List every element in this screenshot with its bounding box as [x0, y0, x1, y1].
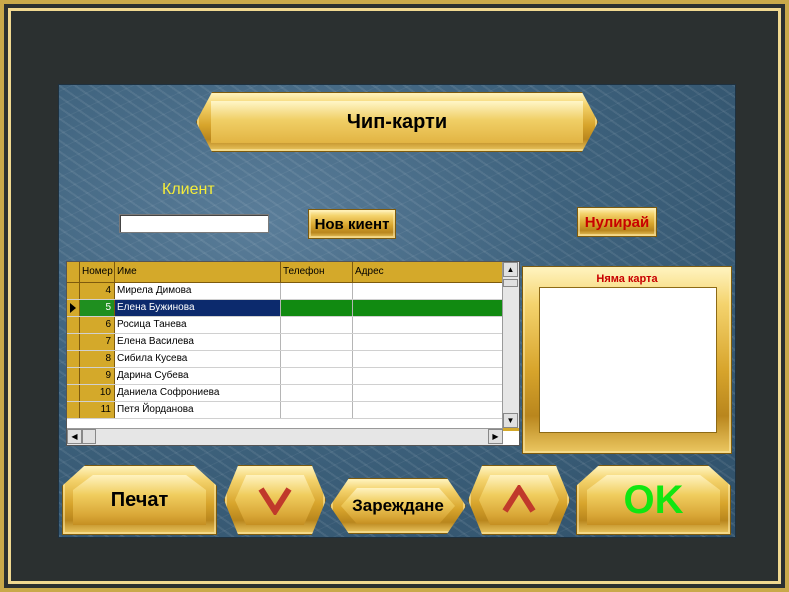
column-header-name[interactable]: Име: [115, 262, 281, 282]
grid-header-indicator: [67, 262, 80, 282]
print-button-label: Печат: [110, 488, 169, 511]
cell-phone[interactable]: [281, 368, 353, 384]
chevron-up-icon: [469, 466, 569, 534]
cell-number[interactable]: 8: [80, 351, 115, 367]
cell-address[interactable]: [353, 402, 505, 418]
row-indicator[interactable]: [67, 368, 80, 384]
scroll-down-arrow-icon[interactable]: ▼: [503, 413, 518, 428]
table-row[interactable]: 7 Елена Василева: [67, 334, 505, 351]
chevron-down-icon: [225, 466, 325, 534]
cell-name[interactable]: Елена Василева: [115, 334, 281, 350]
load-button[interactable]: Зареждане: [330, 478, 466, 534]
cell-phone[interactable]: [281, 402, 353, 418]
table-row[interactable]: 8 Сибила Кусева: [67, 351, 505, 368]
reset-button[interactable]: Нулирай: [577, 207, 657, 237]
cell-address[interactable]: [353, 317, 505, 333]
title-plate: Чип-карти: [196, 92, 598, 152]
cell-name[interactable]: Дарина Субева: [115, 368, 281, 384]
cell-number[interactable]: 10: [80, 385, 115, 401]
scroll-thumb[interactable]: [503, 279, 518, 287]
cell-number[interactable]: 9: [80, 368, 115, 384]
table-row[interactable]: 6 Росица Танева: [67, 317, 505, 334]
card-display: [539, 287, 717, 433]
row-indicator[interactable]: [67, 385, 80, 401]
up-button[interactable]: [468, 465, 570, 535]
hscroll-thumb[interactable]: [82, 429, 96, 444]
scroll-right-arrow-icon[interactable]: ▶: [488, 429, 503, 444]
cell-number[interactable]: 5: [80, 300, 115, 316]
cell-phone[interactable]: [281, 385, 353, 401]
cell-phone[interactable]: [281, 334, 353, 350]
row-indicator[interactable]: [67, 300, 80, 316]
grid-header: Номер Име Телефон Адрес: [67, 262, 503, 283]
row-indicator[interactable]: [67, 351, 80, 367]
table-row[interactable]: 11 Петя Йорданова: [67, 402, 505, 419]
row-indicator[interactable]: [67, 402, 80, 418]
table-row[interactable]: 5 Елена Бужинова: [67, 300, 505, 317]
cell-address[interactable]: [353, 385, 505, 401]
load-button-label: Зареждане: [352, 496, 444, 515]
client-label: Клиент: [162, 181, 215, 198]
cell-phone[interactable]: [281, 283, 353, 299]
cell-number[interactable]: 11: [80, 402, 115, 418]
column-header-phone[interactable]: Телефон: [281, 262, 353, 282]
card-panel: Няма карта: [522, 266, 732, 454]
cell-number[interactable]: 6: [80, 317, 115, 333]
clients-grid[interactable]: Номер Име Телефон Адрес 4 Мирела Димова 5 Е…: [66, 261, 520, 446]
scroll-up-arrow-icon[interactable]: ▲: [503, 262, 518, 277]
cell-name[interactable]: Петя Йорданова: [115, 402, 281, 418]
cell-address[interactable]: [353, 283, 505, 299]
cell-address[interactable]: [353, 351, 505, 367]
cell-name[interactable]: Даниела Софрониева: [115, 385, 281, 401]
card-status: Няма карта: [596, 273, 658, 285]
cell-name[interactable]: Росица Танева: [115, 317, 281, 333]
row-indicator[interactable]: [67, 317, 80, 333]
triangle-right-icon: [70, 303, 76, 313]
cell-name[interactable]: Сибила Кусева: [115, 351, 281, 367]
ok-button[interactable]: OK: [576, 465, 731, 535]
cell-address[interactable]: [353, 368, 505, 384]
row-indicator[interactable]: [67, 334, 80, 350]
down-button[interactable]: [224, 465, 326, 535]
page-title: Чип-карти: [346, 110, 448, 133]
client-input[interactable]: [119, 214, 269, 233]
ok-button-label: OK: [623, 477, 684, 522]
cell-name[interactable]: Мирела Димова: [115, 283, 281, 299]
table-row[interactable]: 10 Даниела Софрониева: [67, 385, 505, 402]
column-header-number[interactable]: Номер: [80, 262, 115, 282]
table-row[interactable]: 4 Мирела Димова: [67, 283, 505, 300]
cell-address[interactable]: [353, 334, 505, 350]
table-row[interactable]: 9 Дарина Субева: [67, 368, 505, 385]
scroll-left-arrow-icon[interactable]: ◀: [67, 429, 82, 444]
cell-number[interactable]: 7: [80, 334, 115, 350]
row-indicator[interactable]: [67, 283, 80, 299]
cell-number[interactable]: 4: [80, 283, 115, 299]
print-button[interactable]: Печат: [62, 465, 217, 535]
column-header-address[interactable]: Адрес: [353, 262, 505, 282]
cell-phone[interactable]: [281, 351, 353, 367]
cell-phone[interactable]: [281, 317, 353, 333]
vertical-scrollbar[interactable]: ▲ ▼: [502, 262, 519, 428]
horizontal-scrollbar[interactable]: ◀ ▶: [67, 428, 503, 445]
cell-phone[interactable]: [281, 300, 353, 316]
cell-address[interactable]: [353, 300, 505, 316]
cell-name[interactable]: Елена Бужинова: [115, 300, 281, 316]
new-client-button[interactable]: Нов киент: [308, 209, 396, 239]
